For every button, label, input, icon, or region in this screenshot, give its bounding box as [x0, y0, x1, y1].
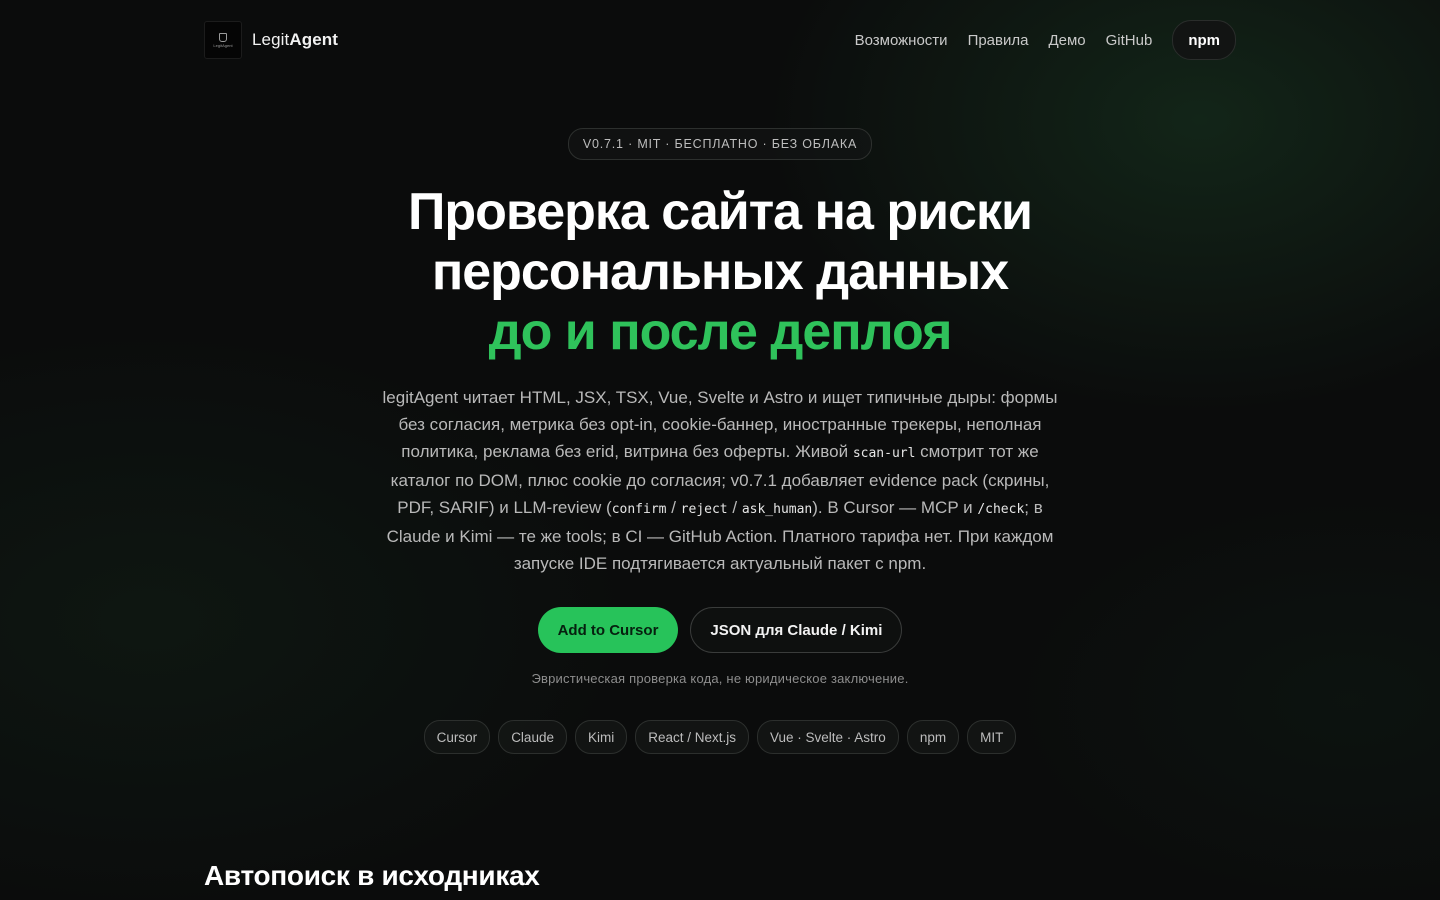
add-to-cursor-button[interactable]: Add to Cursor — [537, 607, 679, 653]
logo-wordmark: LegitAgent — [213, 42, 233, 48]
hero-section: V0.7.1 · MIT · БЕСПЛАТНО · БЕЗ ОБЛАКА Пр… — [0, 128, 1440, 754]
tag-react-next[interactable]: React / Next.js — [635, 720, 749, 754]
hero-title-line-1: Проверка сайта на риски — [408, 183, 1033, 241]
lead-code-scan-url: scan-url — [852, 446, 916, 461]
json-config-button[interactable]: JSON для Claude / Kimi — [690, 607, 903, 653]
shield-icon — [219, 32, 227, 42]
lead-sep-1: / — [666, 498, 681, 517]
hero-title-accent: до и после деплоя — [488, 303, 953, 361]
cta-row: Add to Cursor JSON для Claude / Kimi — [537, 607, 903, 653]
disclaimer-text: Эвристическая проверка кода, не юридичес… — [531, 671, 909, 686]
landing-page: LegitAgent LegitAgent Возможности Правил… — [0, 0, 1440, 900]
nav-npm-button[interactable]: npm — [1172, 20, 1236, 60]
nav-link-demo[interactable]: Демо — [1048, 32, 1085, 49]
lead-code-check: /check — [977, 502, 1025, 517]
lead-sep-2: / — [727, 498, 742, 517]
lead-code-reject: reject — [680, 502, 728, 517]
hero-description: legitAgent читает HTML, JSX, TSX, Vue, S… — [380, 384, 1060, 577]
nav-link-features[interactable]: Возможности — [855, 32, 948, 49]
tag-mit[interactable]: MIT — [967, 720, 1017, 754]
nav-link-github[interactable]: GitHub — [1106, 32, 1153, 49]
lead-text-3: ). В Cursor — MCP и — [812, 498, 978, 517]
brand-name-prefix: Legit — [252, 30, 290, 49]
nav-links: Возможности Правила Демо GitHub npm — [855, 20, 1236, 60]
tag-npm[interactable]: npm — [906, 720, 960, 754]
hero-title-line-2: персональных данных — [431, 243, 1009, 301]
tag-list: Cursor Claude Kimi React / Next.js Vue ·… — [423, 720, 1017, 754]
version-badge: V0.7.1 · MIT · БЕСПЛАТНО · БЕЗ ОБЛАКА — [567, 128, 873, 160]
top-nav: LegitAgent LegitAgent Возможности Правил… — [204, 20, 1236, 60]
nav-link-rules[interactable]: Правила — [968, 32, 1029, 49]
brand-name: LegitAgent — [252, 30, 338, 50]
brand-logo: LegitAgent — [204, 21, 242, 59]
lead-code-ask-human: ask_human — [741, 502, 813, 517]
brand-link[interactable]: LegitAgent LegitAgent — [204, 21, 338, 59]
brand-name-suffix: Agent — [289, 30, 339, 49]
tag-claude[interactable]: Claude — [498, 720, 567, 754]
lead-code-confirm: confirm — [611, 502, 667, 517]
tag-vue-svelte-astro[interactable]: Vue · Svelte · Astro — [757, 720, 899, 754]
tag-cursor[interactable]: Cursor — [423, 720, 491, 754]
tag-kimi[interactable]: Kimi — [574, 720, 628, 754]
section-title-autosearch: Автопоиск в исходниках — [204, 860, 540, 891]
hero-title: Проверка сайта на риски персональных дан… — [408, 182, 1033, 362]
